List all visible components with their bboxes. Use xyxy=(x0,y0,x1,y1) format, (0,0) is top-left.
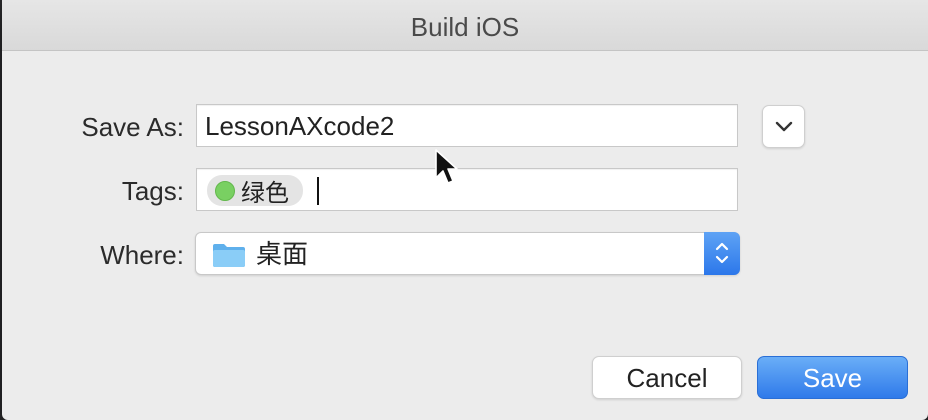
dialog-title: Build iOS xyxy=(410,12,520,42)
where-popup-button[interactable]: 桌面 xyxy=(195,232,740,275)
save-dialog: Build iOS Save As: LessonAXcode2 Tags: 绿… xyxy=(2,0,928,420)
tags-field[interactable]: 绿色 xyxy=(196,168,738,211)
expand-dialog-button[interactable] xyxy=(762,105,805,148)
save-as-field[interactable]: LessonAXcode2 xyxy=(196,104,738,147)
mouse-pointer-icon xyxy=(435,149,458,184)
text-cursor xyxy=(317,177,319,205)
chevron-down-icon xyxy=(775,121,793,132)
tags-label: Tags: xyxy=(121,176,184,206)
save-as-label: Save As: xyxy=(81,112,184,142)
up-down-arrows-icon xyxy=(715,242,729,264)
save-button[interactable]: Save xyxy=(757,356,908,399)
popup-stepper[interactable] xyxy=(704,232,740,275)
save-as-value: LessonAXcode2 xyxy=(205,111,395,141)
folder-icon xyxy=(213,244,245,267)
tag-label: 绿色 xyxy=(241,180,289,207)
cancel-button[interactable]: Cancel xyxy=(592,356,742,399)
tag-token[interactable]: 绿色 xyxy=(207,175,303,207)
where-label: Where: xyxy=(100,240,184,270)
where-value: 桌面 xyxy=(256,239,309,269)
tag-color-dot xyxy=(215,180,235,201)
